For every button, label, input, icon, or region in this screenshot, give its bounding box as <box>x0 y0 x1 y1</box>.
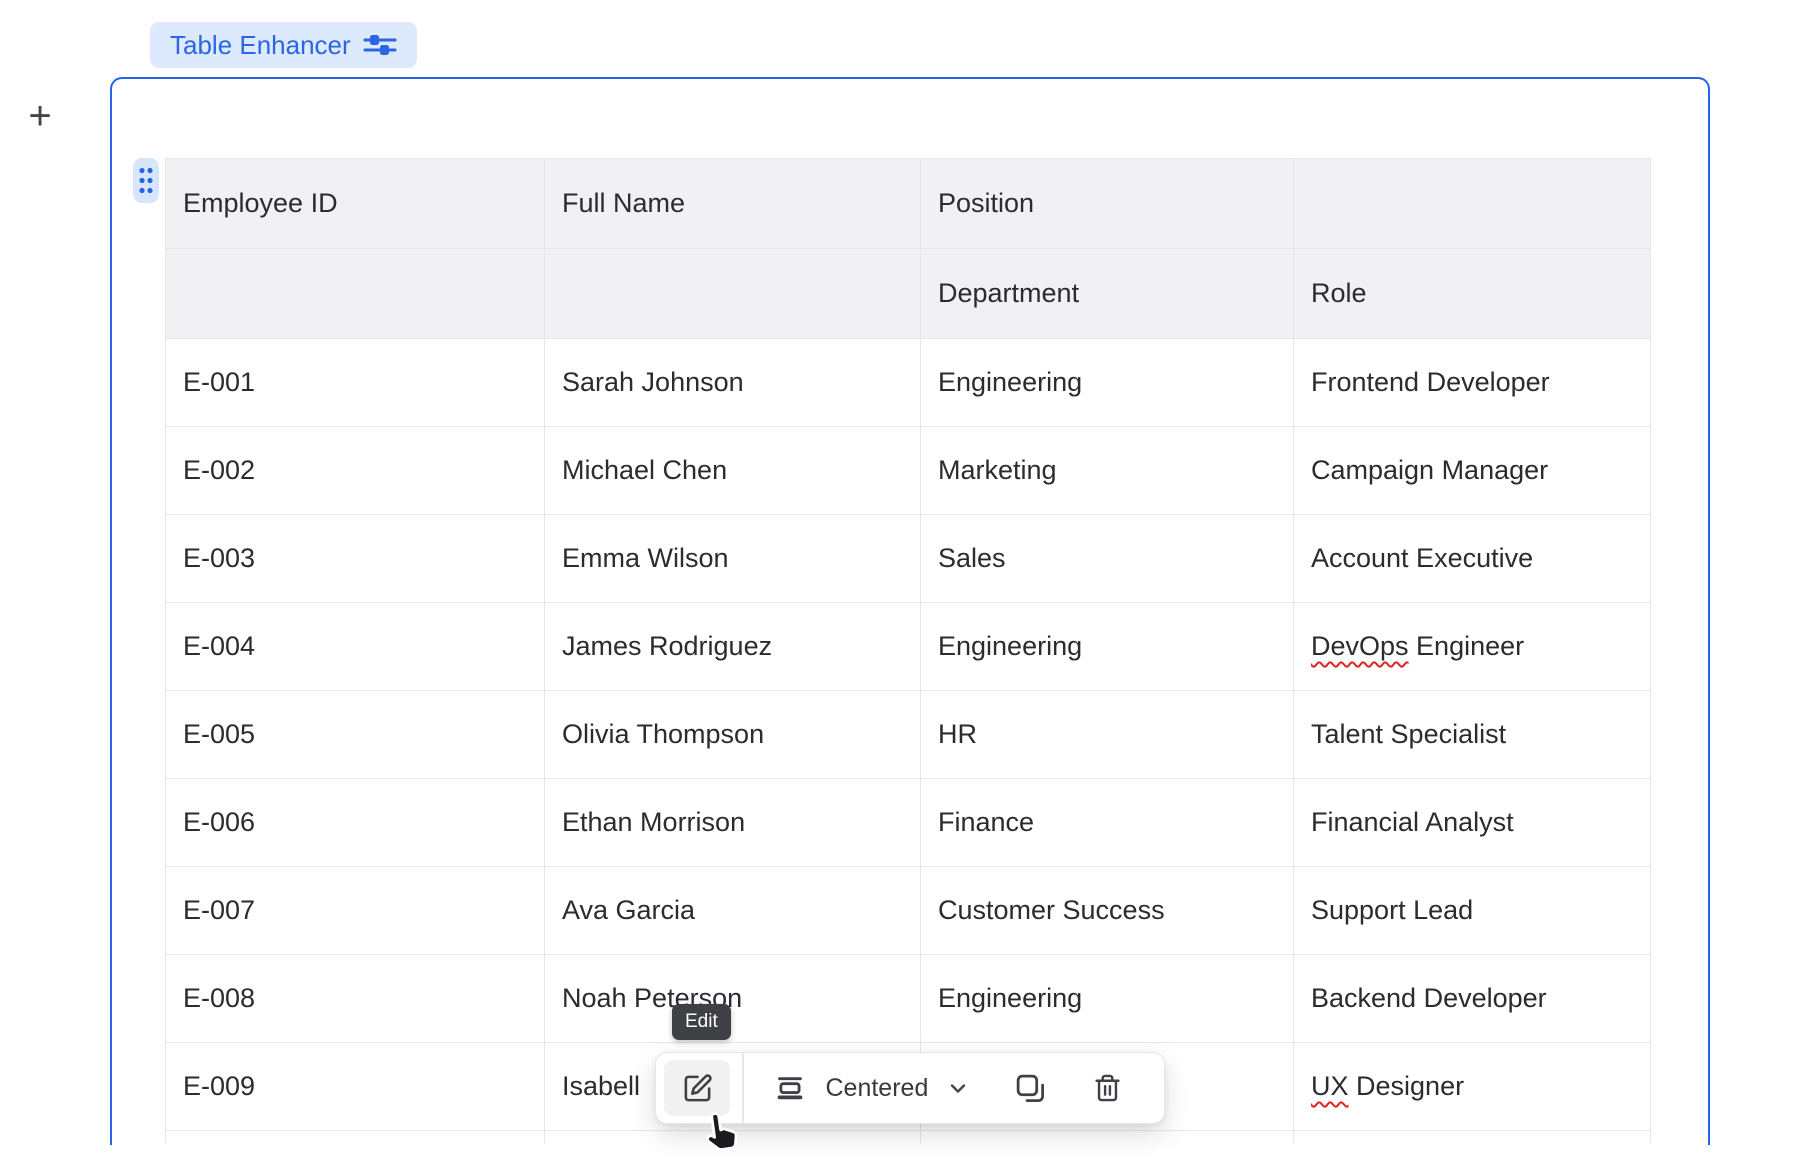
cell-role[interactable]: Financial Analyst <box>1294 779 1651 867</box>
alignment-label: Centered <box>826 1074 929 1103</box>
table-row: E-005 Olivia Thompson HR Talent Speciali… <box>166 691 1651 779</box>
square-pen-icon <box>682 1073 713 1104</box>
add-block-button[interactable]: + <box>27 103 53 129</box>
cell-role[interactable]: Backend Developer <box>1294 955 1651 1043</box>
cell-role[interactable]: Campaign Manager <box>1294 427 1651 515</box>
cell-full-name[interactable]: James Rodriguez <box>545 603 921 691</box>
cell-department[interactable]: Finance <box>921 779 1294 867</box>
cell-department[interactable]: Engineering <box>921 339 1294 427</box>
header-cell-position[interactable]: Position <box>921 159 1294 249</box>
header-cell-full-name[interactable]: Full Name <box>545 159 921 249</box>
cell-employee-id[interactable]: E-003 <box>166 515 545 603</box>
header-cell-employee-id[interactable]: Employee ID <box>166 159 545 249</box>
mouse-pointer-cursor <box>699 1107 745 1160</box>
cell-role[interactable]: DevOps Engineer <box>1294 603 1651 691</box>
cell-department[interactable]: Customer Success <box>921 867 1294 955</box>
misspelled-word: DevOps <box>1311 631 1409 661</box>
align-center-icon <box>776 1074 804 1102</box>
header-row-1: Employee ID Full Name Position <box>166 159 1651 249</box>
employee-table-wrapper: Employee ID Full Name Position Departmen… <box>165 158 1651 1143</box>
table-row: E-002 Michael Chen Marketing Campaign Ma… <box>166 427 1651 515</box>
table-row: E-006 Ethan Morrison Finance Financial A… <box>166 779 1651 867</box>
cell-department[interactable] <box>921 1131 1294 1144</box>
copy-icon <box>1014 1072 1047 1105</box>
table-row: E-008 Noah Peterson Engineering Backend … <box>166 955 1651 1043</box>
cell-department[interactable]: Marketing <box>921 427 1294 515</box>
header-row-2: Department Role <box>166 249 1651 339</box>
cell-department[interactable]: Engineering <box>921 955 1294 1043</box>
cell-role-rest: Engineer <box>1409 631 1525 661</box>
table-row: E-007 Ava Garcia Customer Success Suppor… <box>166 867 1651 955</box>
chevron-down-icon <box>946 1076 970 1100</box>
cell-employee-id[interactable]: E-001 <box>166 339 545 427</box>
cell-role[interactable]: Talent Specialist <box>1294 691 1651 779</box>
cell-employee-id[interactable]: E-006 <box>166 779 545 867</box>
header-cell-empty[interactable] <box>166 249 545 339</box>
cell-full-name[interactable]: Ava Garcia <box>545 867 921 955</box>
duplicate-button[interactable] <box>1014 1072 1047 1105</box>
delete-button[interactable] <box>1093 1073 1122 1103</box>
table-drag-handle[interactable] <box>133 158 159 203</box>
cell-employee-id[interactable]: E-009 <box>166 1043 545 1131</box>
header-cell-empty[interactable] <box>1294 159 1651 249</box>
cell-full-name[interactable]: Emma Wilson <box>545 515 921 603</box>
cell-full-name[interactable]: Michael Chen <box>545 427 921 515</box>
table-row: E-003 Emma Wilson Sales Account Executiv… <box>166 515 1651 603</box>
edit-tooltip: Edit <box>672 1004 731 1040</box>
alignment-dropdown[interactable]: Centered <box>776 1074 971 1103</box>
cell-role[interactable] <box>1294 1131 1651 1144</box>
table-row: E-004 James Rodriguez Engineering DevOps… <box>166 603 1651 691</box>
header-cell-role[interactable]: Role <box>1294 249 1651 339</box>
cell-role[interactable]: Account Executive <box>1294 515 1651 603</box>
cell-employee-id[interactable]: E-008 <box>166 955 545 1043</box>
table-enhancer-label: Table Enhancer <box>170 30 351 61</box>
trash-icon <box>1093 1073 1122 1103</box>
cell-department[interactable]: Sales <box>921 515 1294 603</box>
misspelled-word: UX <box>1311 1071 1349 1101</box>
cell-department[interactable]: HR <box>921 691 1294 779</box>
edit-cell-button[interactable] <box>664 1060 730 1116</box>
cell-full-name[interactable]: Olivia Thompson <box>545 691 921 779</box>
table-enhancer-badge[interactable]: Table Enhancer <box>150 22 417 68</box>
cell-employee-id[interactable]: E-002 <box>166 427 545 515</box>
cell-employee-id[interactable]: E-007 <box>166 867 545 955</box>
cell-full-name[interactable]: Sarah Johnson <box>545 339 921 427</box>
header-cell-department[interactable]: Department <box>921 249 1294 339</box>
cell-full-name[interactable]: Noah Peterson <box>545 955 921 1043</box>
sliders-icon <box>363 33 397 57</box>
cell-full-name[interactable]: Ethan Morrison <box>545 779 921 867</box>
toolbar-divider <box>742 1053 744 1123</box>
cell-employee-id[interactable]: E-004 <box>166 603 545 691</box>
cell-employee-id[interactable] <box>166 1131 545 1144</box>
cell-role[interactable]: UX Designer <box>1294 1043 1651 1131</box>
employee-table: Employee ID Full Name Position Departmen… <box>165 158 1651 1143</box>
cell-employee-id[interactable]: E-005 <box>166 691 545 779</box>
cell-role[interactable]: Frontend Developer <box>1294 339 1651 427</box>
cell-role-rest: Designer <box>1349 1071 1465 1101</box>
table-row: E-001 Sarah Johnson Engineering Frontend… <box>166 339 1651 427</box>
cell-department[interactable]: Engineering <box>921 603 1294 691</box>
cell-role[interactable]: Support Lead <box>1294 867 1651 955</box>
table-row-clipped <box>166 1131 1651 1144</box>
drag-handle-icon <box>138 166 154 195</box>
header-cell-empty[interactable] <box>545 249 921 339</box>
